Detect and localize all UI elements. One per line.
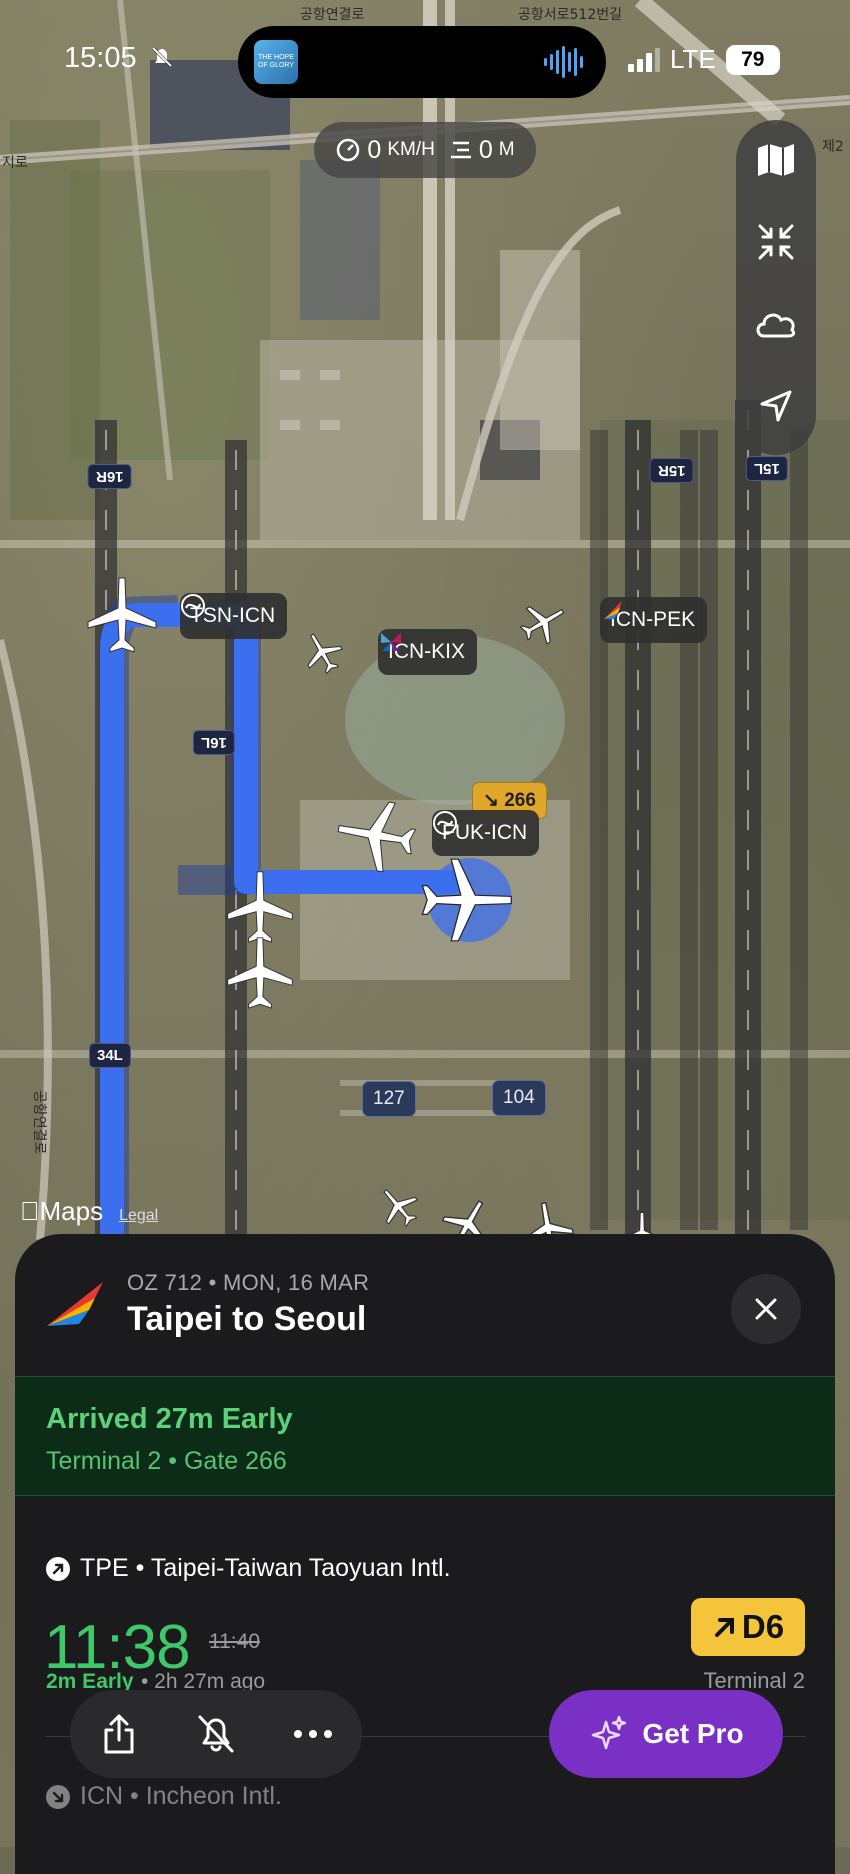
runway-tag: 15R <box>650 458 694 483</box>
speedometer-icon <box>337 138 360 162</box>
flight-label-fuk-icn[interactable]: FUK-ICN <box>432 810 540 856</box>
collapse-icon <box>758 224 794 260</box>
bell-slash-icon <box>198 1715 234 1753</box>
selected-airplane-icon[interactable] <box>420 852 516 948</box>
departure-gate-badge: D6 <box>691 1598 805 1656</box>
runway-tag: 34L <box>89 1043 131 1068</box>
destination-airport-name: ICN • Incheon Intl. <box>80 1782 282 1810</box>
share-button[interactable] <box>84 1699 154 1769</box>
recenter-button[interactable] <box>736 376 816 436</box>
audio-waveform-icon <box>544 46 583 78</box>
map-toolbar <box>736 120 816 455</box>
arrow-up-right-icon: ↘ <box>483 790 499 811</box>
scheduled-departure-time: 11:40 <box>209 1630 260 1653</box>
map-style-button[interactable] <box>736 130 816 190</box>
street-label: 제2 <box>822 139 844 155</box>
flight-details-sheet: OZ 712 • MON, 16 MAR Taipei to Seoul Arr… <box>15 1234 835 1874</box>
street-label: 공항서로512번길 <box>518 7 623 23</box>
dynamic-island[interactable]: THE HOPE OF GLORY <box>238 26 606 98</box>
airline-swirl-icon <box>181 594 205 618</box>
more-options-button[interactable] <box>278 1699 348 1769</box>
arrival-detail: Terminal 2 • Gate 266 <box>46 1447 287 1475</box>
airplane-icon[interactable] <box>300 630 344 674</box>
gate-tag: 104 <box>492 1080 546 1116</box>
share-icon <box>104 1714 134 1754</box>
action-bar <box>70 1690 362 1778</box>
notifications-button[interactable] <box>181 1699 251 1769</box>
status-time: 15:05 <box>64 42 175 75</box>
speed-altitude-pill: 0 KM/H 0M <box>314 122 536 178</box>
runway-tag: 16L <box>193 730 235 755</box>
map-icon <box>758 144 794 176</box>
runway-tag: 16R <box>88 464 132 489</box>
airline-swirl-icon <box>433 811 457 835</box>
street-label: 공항연결로 <box>300 7 365 23</box>
network-type: LTE <box>670 44 716 74</box>
speed-readout: 0 KM/H <box>335 136 435 165</box>
flight-meta: OZ 712 • MON, 16 MAR <box>127 1270 370 1295</box>
ellipsis-icon <box>294 1730 333 1738</box>
flight-title: Taipei to Seoul <box>127 1300 367 1338</box>
arrival-arrow-icon <box>46 1784 70 1809</box>
sparkles-icon <box>592 1715 627 1750</box>
weather-button[interactable] <box>736 294 816 354</box>
arrival-status: Arrived 27m Early <box>46 1403 293 1435</box>
flight-label-icn-pek[interactable]: ICN-PEK <box>600 597 708 643</box>
location-arrow-icon <box>760 390 792 422</box>
airplane-icon[interactable] <box>520 598 568 646</box>
destination-airport-row[interactable]: ICN • Incheon Intl. <box>46 1782 282 1811</box>
close-icon <box>755 1298 777 1320</box>
street-label: 지로 <box>2 155 28 171</box>
asiana-logo-icon <box>47 1282 103 1326</box>
airplane-icon[interactable] <box>222 868 298 944</box>
weather-cloud-icon <box>756 313 796 338</box>
bell-slash-icon <box>151 46 172 68</box>
airplane-icon[interactable] <box>86 574 158 654</box>
airplane-icon[interactable] <box>334 794 416 876</box>
flight-label-icn-kix[interactable]: ICN-KIX <box>378 629 478 675</box>
street-label: 공항연결로 <box>31 1090 47 1155</box>
airline-asiana-icon <box>604 601 622 619</box>
runway-tag: 15L <box>746 456 788 481</box>
collapse-view-button[interactable] <box>736 212 816 272</box>
apple-logo-icon:  <box>20 1196 40 1226</box>
arrow-up-right-icon <box>714 1618 734 1637</box>
maps-credit: Maps Legal <box>20 1196 158 1227</box>
airline-butterfly-icon <box>381 633 401 651</box>
arrival-status-banner: Arrived 27m Early Terminal 2 • Gate 266 <box>15 1376 835 1496</box>
legal-link[interactable]: Legal <box>119 1207 158 1225</box>
album-art: THE HOPE OF GLORY <box>254 40 298 84</box>
origin-airport-row[interactable]: TPE • Taipei-Taiwan Taoyuan Intl. <box>46 1554 451 1583</box>
maps-brand: Maps <box>20 1196 103 1226</box>
flight-label-tsn-icn[interactable]: TSN-ICN <box>180 593 288 639</box>
status-indicators: LTE 79 <box>628 44 780 75</box>
gate-tag: 127 <box>362 1081 416 1117</box>
battery-level: 79 <box>725 44 780 75</box>
departure-arrow-icon <box>46 1556 70 1581</box>
airplane-icon[interactable] <box>376 1184 420 1228</box>
close-button[interactable] <box>731 1274 801 1344</box>
origin-airport-name: TPE • Taipei-Taiwan Taoyuan Intl. <box>80 1554 451 1582</box>
get-pro-button[interactable]: Get Pro <box>549 1690 783 1778</box>
altitude-icon <box>450 141 471 159</box>
altitude-readout: 0M <box>449 136 515 165</box>
signal-bars-icon <box>628 47 660 72</box>
airplane-icon[interactable] <box>222 934 298 1010</box>
